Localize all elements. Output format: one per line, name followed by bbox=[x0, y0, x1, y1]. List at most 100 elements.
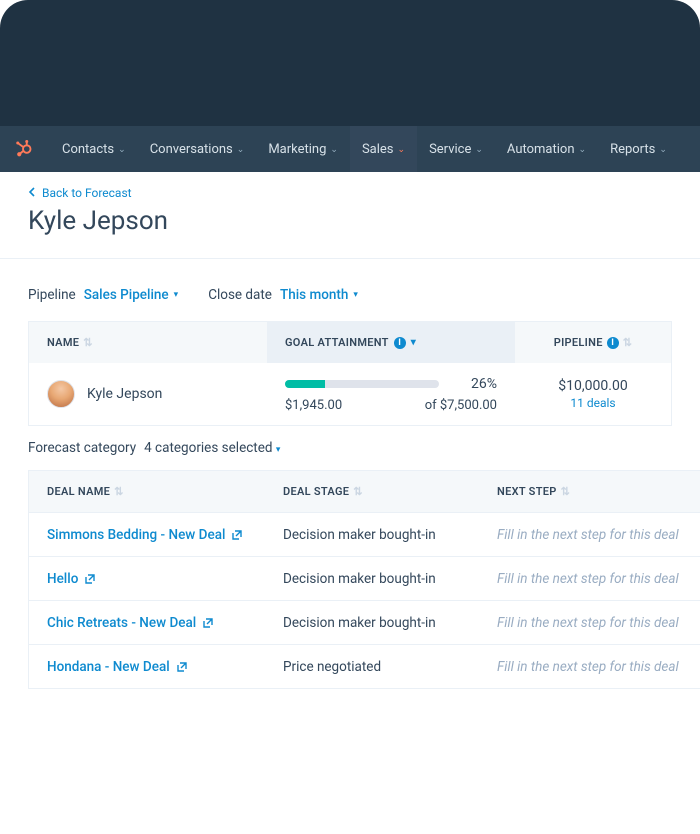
chevron-down-icon: ⌄ bbox=[398, 145, 406, 155]
nav-contacts[interactable]: Contacts⌄ bbox=[50, 126, 138, 172]
backlink-label: Back to Forecast bbox=[42, 186, 132, 200]
deal-link[interactable]: Hondana - New Deal bbox=[29, 647, 265, 687]
deal-next-step[interactable]: Fill in the next step for this deal bbox=[479, 559, 700, 599]
nav-automation[interactable]: Automation ⌄ bbox=[495, 126, 598, 172]
deals-header: DEAL NAME ⇅ DEAL STAGE ⇅ NEXT STEP ⇅ bbox=[29, 471, 700, 512]
column-goal[interactable]: GOAL ATTAINMENT i ▾ bbox=[267, 322, 515, 363]
hubspot-logo-icon[interactable] bbox=[14, 140, 34, 158]
summary-header: NAME ⇅ GOAL ATTAINMENT i ▾ PIPELINE i ⇅ bbox=[29, 322, 671, 363]
info-icon[interactable]: i bbox=[394, 337, 406, 349]
column-label: DEAL NAME bbox=[47, 485, 110, 498]
pipeline-filter-label: Pipeline bbox=[28, 287, 76, 303]
table-row: Simmons Bedding - New Deal Decision make… bbox=[29, 512, 700, 556]
column-label: GOAL ATTAINMENT bbox=[285, 336, 389, 349]
goal-percent: 26% bbox=[453, 376, 497, 392]
nav-marketing[interactable]: Marketing⌄ bbox=[256, 126, 350, 172]
column-deal-stage[interactable]: DEAL STAGE ⇅ bbox=[265, 471, 479, 512]
info-icon[interactable]: i bbox=[607, 337, 619, 349]
category-filter: Forecast category 4 categories selected … bbox=[0, 426, 700, 470]
chevron-down-icon: ⌄ bbox=[475, 145, 483, 155]
column-label: NAME bbox=[47, 336, 79, 349]
top-banner bbox=[0, 0, 700, 126]
nav-label: Automation bbox=[507, 142, 575, 157]
column-deal-name[interactable]: DEAL NAME ⇅ bbox=[29, 471, 265, 512]
column-label: PIPELINE bbox=[554, 336, 603, 349]
closedate-filter-label: Close date bbox=[208, 287, 272, 303]
column-next-step[interactable]: NEXT STEP ⇅ bbox=[479, 471, 700, 512]
nav-label: Conversations bbox=[150, 142, 233, 157]
page-header: Back to Forecast Kyle Jepson bbox=[0, 172, 700, 259]
sort-icon: ⇅ bbox=[561, 486, 571, 497]
nav-label: Service bbox=[429, 142, 471, 157]
caret-down-icon: ▾ bbox=[174, 290, 179, 300]
closedate-filter-select[interactable]: This month ▾ bbox=[280, 287, 358, 303]
category-filter-value: 4 categories selected bbox=[144, 440, 272, 456]
nav-label: Reports bbox=[610, 142, 655, 157]
deal-stage: Decision maker bought-in bbox=[265, 515, 479, 555]
external-link-icon bbox=[176, 661, 188, 673]
deal-link[interactable]: Hello bbox=[29, 559, 265, 599]
chevron-down-icon: ⌄ bbox=[659, 145, 667, 155]
nav-conversations[interactable]: Conversations ⌄ bbox=[138, 126, 257, 172]
user-name: Kyle Jepson bbox=[87, 386, 162, 402]
table-row: Hondana - New Deal Price negotiated Fill… bbox=[29, 644, 700, 688]
chevron-down-icon: ⌄ bbox=[579, 145, 587, 155]
category-filter-label: Forecast category bbox=[28, 440, 136, 456]
deal-next-step[interactable]: Fill in the next step for this deal bbox=[479, 515, 700, 555]
filter-bar: Pipeline Sales Pipeline ▾ Close date Thi… bbox=[0, 259, 700, 317]
avatar bbox=[47, 380, 75, 408]
pipeline-amount: $10,000.00 bbox=[533, 378, 653, 394]
deal-name: Simmons Bedding - New Deal bbox=[47, 527, 225, 543]
deal-stage: Decision maker bought-in bbox=[265, 603, 479, 643]
goal-progress-fill bbox=[285, 380, 325, 388]
pipeline-filter-select[interactable]: Sales Pipeline ▾ bbox=[84, 287, 178, 303]
sort-icon: ⇅ bbox=[114, 486, 124, 497]
chevron-down-icon: ⌄ bbox=[237, 145, 245, 155]
category-filter-select[interactable]: 4 categories selected ▾ bbox=[144, 440, 280, 456]
goal-target: of $7,500.00 bbox=[425, 398, 497, 413]
deal-next-step[interactable]: Fill in the next step for this deal bbox=[479, 647, 700, 687]
back-to-forecast-link[interactable]: Back to Forecast bbox=[28, 186, 672, 200]
cell-goal: 26% $1,945.00 of $7,500.00 bbox=[267, 364, 515, 425]
deal-next-step[interactable]: Fill in the next step for this deal bbox=[479, 603, 700, 643]
deal-name: Hondana - New Deal bbox=[47, 659, 170, 675]
chevron-down-icon: ⌄ bbox=[330, 145, 338, 155]
caret-down-icon: ▾ bbox=[353, 290, 358, 300]
deal-stage: Price negotiated bbox=[265, 647, 479, 687]
deal-link[interactable]: Simmons Bedding - New Deal bbox=[29, 515, 265, 555]
pipeline-filter-value: Sales Pipeline bbox=[84, 287, 169, 303]
page-title: Kyle Jepson bbox=[28, 206, 672, 236]
summary-table: NAME ⇅ GOAL ATTAINMENT i ▾ PIPELINE i ⇅ … bbox=[28, 321, 672, 426]
sort-desc-icon: ▾ bbox=[411, 337, 416, 348]
summary-row: Kyle Jepson 26% $1,945.00 of $7,500.00 bbox=[29, 363, 671, 425]
goal-current: $1,945.00 bbox=[285, 398, 342, 413]
nav-service[interactable]: Service ⌄ bbox=[417, 126, 495, 172]
nav-label: Sales bbox=[362, 142, 394, 157]
chevron-down-icon: ⌄ bbox=[118, 145, 126, 155]
nav-reports[interactable]: Reports ⌄ bbox=[598, 126, 679, 172]
main-nav: Contacts⌄ Conversations ⌄ Marketing⌄ Sale… bbox=[0, 126, 700, 172]
nav-sales[interactable]: Sales ⌄ bbox=[350, 126, 417, 172]
column-label: DEAL STAGE bbox=[283, 485, 349, 498]
deal-link[interactable]: Chic Retreats - New Deal bbox=[29, 603, 265, 643]
deals-table: DEAL NAME ⇅ DEAL STAGE ⇅ NEXT STEP ⇅ Sim… bbox=[28, 470, 700, 689]
caret-down-icon: ▾ bbox=[276, 445, 281, 455]
deal-name: Hello bbox=[47, 571, 78, 587]
closedate-filter-value: This month bbox=[280, 287, 348, 303]
table-row: Hello Decision maker bought-in Fill in t… bbox=[29, 556, 700, 600]
deal-name: Chic Retreats - New Deal bbox=[47, 615, 196, 631]
sort-icon: ⇅ bbox=[623, 337, 633, 348]
column-name[interactable]: NAME ⇅ bbox=[29, 322, 267, 363]
deal-stage: Decision maker bought-in bbox=[265, 559, 479, 599]
column-pipeline[interactable]: PIPELINE i ⇅ bbox=[515, 322, 671, 363]
sort-icon: ⇅ bbox=[83, 337, 93, 348]
pipeline-deals-link[interactable]: 11 deals bbox=[533, 396, 653, 410]
chevron-left-icon bbox=[28, 186, 36, 200]
table-row: Chic Retreats - New Deal Decision maker … bbox=[29, 600, 700, 644]
sort-icon: ⇅ bbox=[353, 486, 363, 497]
column-label: NEXT STEP bbox=[497, 485, 557, 498]
cell-name: Kyle Jepson bbox=[29, 366, 267, 422]
external-link-icon bbox=[202, 617, 214, 629]
external-link-icon bbox=[84, 573, 96, 585]
goal-progress-bar bbox=[285, 380, 439, 388]
